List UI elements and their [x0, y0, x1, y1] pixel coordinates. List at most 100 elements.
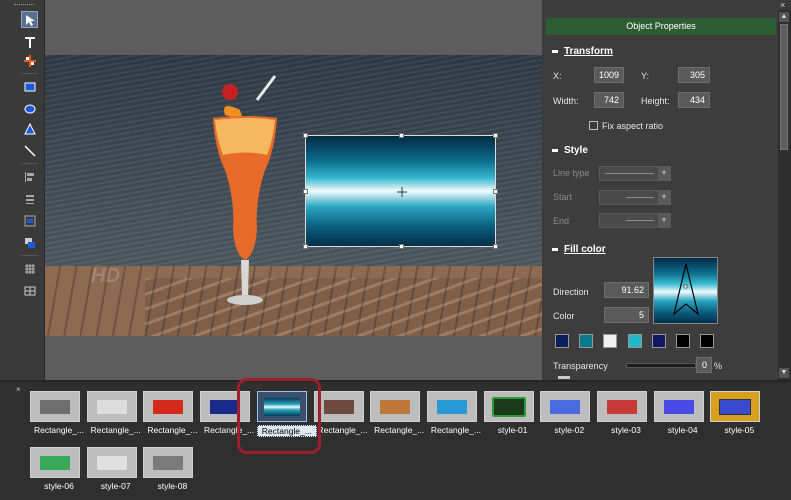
direction-arrow-icon: [672, 263, 700, 316]
fill-color-section-header[interactable]: Fill color: [552, 244, 606, 255]
x-input[interactable]: 1009: [594, 67, 624, 83]
style-thumbnail[interactable]: Rectangle_...: [370, 391, 428, 435]
resize-handle[interactable]: [399, 133, 404, 138]
y-input[interactable]: 305: [678, 67, 710, 83]
close-icon[interactable]: ×: [16, 385, 21, 394]
align-tool-button[interactable]: [21, 168, 38, 185]
close-icon[interactable]: ×: [780, 0, 785, 10]
text-tool-button[interactable]: [21, 33, 38, 50]
width-input[interactable]: 742: [594, 92, 624, 108]
style-thumbnail-label: Rectangle_...: [430, 425, 481, 435]
center-icon: [24, 215, 35, 226]
preview-canvas[interactable]: HD: [45, 55, 542, 336]
style-thumbnail[interactable]: Rectangle_...: [426, 391, 485, 435]
transparency-input[interactable]: 0: [696, 357, 712, 373]
style-preview: [710, 391, 761, 422]
arrange-icon: [24, 237, 35, 248]
scroll-down-icon[interactable]: ▼: [779, 368, 789, 378]
line-tool-button[interactable]: [21, 142, 38, 159]
safe-area-icon: [24, 286, 35, 295]
style-preview: [30, 447, 80, 478]
move-cross-icon: [23, 54, 36, 67]
style-thumbnail[interactable]: style-08: [143, 447, 201, 491]
ellipse-tool-button[interactable]: [21, 99, 38, 116]
style-preview: [86, 447, 137, 478]
color-swatch[interactable]: [603, 334, 617, 348]
triangle-icon: [23, 122, 36, 134]
properties-scrollbar[interactable]: ▲ ▼: [778, 10, 791, 380]
style-thumbnail[interactable]: style-01: [483, 391, 542, 435]
fix-aspect-label: Fix aspect ratio: [602, 121, 664, 131]
resize-handle[interactable]: [303, 244, 308, 249]
fill-color-title: Fill color: [564, 244, 606, 255]
scroll-up-icon[interactable]: ▲: [779, 12, 789, 22]
center-tool-button[interactable]: [21, 212, 38, 229]
style-thumbnail[interactable]: style-07: [86, 447, 145, 491]
start-label: Start: [553, 192, 573, 202]
start-arrow-dropdown[interactable]: ▼: [599, 190, 671, 205]
triangle-tool-button[interactable]: [21, 120, 38, 137]
style-preview: [540, 391, 591, 422]
style-thumbnail[interactable]: style-02: [540, 391, 598, 435]
color-index-input[interactable]: 5: [604, 307, 649, 323]
gradient-direction-preview[interactable]: [653, 257, 718, 324]
style-thumbnail-label: style-01: [497, 425, 528, 435]
fix-aspect-checkbox[interactable]: [589, 121, 598, 130]
safe-area-tool-button[interactable]: [21, 282, 38, 299]
collapse-icon: [552, 49, 558, 53]
style-section-header[interactable]: Style: [552, 145, 588, 156]
resize-handle[interactable]: [303, 189, 308, 194]
color-swatch[interactable]: [676, 334, 690, 348]
panel-title: Object Properties: [546, 18, 776, 35]
style-preview: [313, 391, 364, 422]
color-swatch[interactable]: [700, 334, 714, 348]
ellipse-icon: [24, 104, 35, 113]
style-preview: [86, 391, 137, 422]
style-thumbnail[interactable]: style-03: [597, 391, 655, 435]
resize-handle[interactable]: [493, 133, 498, 138]
resize-handle[interactable]: [493, 244, 498, 249]
style-swatch: [436, 399, 467, 414]
color-swatch[interactable]: [652, 334, 666, 348]
color-swatch[interactable]: [555, 334, 569, 348]
move-tool-button[interactable]: [21, 52, 38, 69]
line-type-dropdown[interactable]: ▼: [599, 166, 671, 181]
style-preview: [426, 391, 477, 422]
style-preview: [30, 391, 80, 422]
style-swatch: [153, 399, 184, 414]
selected-rectangle-object[interactable]: [303, 133, 498, 249]
style-thumbnail[interactable]: Rectangle_...: [30, 391, 88, 435]
style-thumbnail[interactable]: style-05: [710, 391, 768, 435]
grid-tool-button[interactable]: [21, 260, 38, 277]
style-swatch: [380, 399, 411, 414]
width-label: Width:: [553, 96, 579, 106]
color-swatch[interactable]: [579, 334, 593, 348]
style-thumbnail-label: Rectangle_...: [147, 425, 198, 435]
style-thumbnail[interactable]: Rectangle_...: [313, 391, 372, 435]
transform-section-header[interactable]: Transform: [552, 46, 613, 57]
height-input[interactable]: 434: [678, 92, 710, 108]
distribute-icon: [25, 194, 34, 204]
toolbar-grip[interactable]: [14, 4, 34, 8]
style-thumbnail[interactable]: style-04: [653, 391, 712, 435]
end-arrow-dropdown[interactable]: ▼: [599, 213, 671, 228]
transparency-slider[interactable]: [626, 363, 696, 368]
style-thumbnail-label: Rectangle_...: [317, 425, 368, 435]
toolbar-separator: [21, 73, 38, 74]
color-swatch[interactable]: [628, 334, 642, 348]
direction-input[interactable]: 91.62: [604, 282, 649, 298]
resize-handle[interactable]: [399, 244, 404, 249]
rectangle-tool-button[interactable]: [21, 78, 38, 95]
arrange-tool-button[interactable]: [21, 234, 38, 251]
chevron-down-icon: ▼: [658, 167, 670, 180]
select-tool-button[interactable]: [21, 11, 38, 28]
style-swatch: [210, 399, 241, 414]
scrollbar-thumb[interactable]: [780, 24, 788, 150]
resize-handle[interactable]: [303, 133, 308, 138]
style-thumbnail[interactable]: style-06: [30, 447, 88, 491]
collapse-icon[interactable]: [558, 376, 570, 379]
style-thumbnail[interactable]: Rectangle_...: [86, 391, 145, 435]
resize-handle[interactable]: [493, 189, 498, 194]
distribute-tool-button[interactable]: [21, 190, 38, 207]
style-thumbnail[interactable]: Rectangle_...: [143, 391, 201, 435]
